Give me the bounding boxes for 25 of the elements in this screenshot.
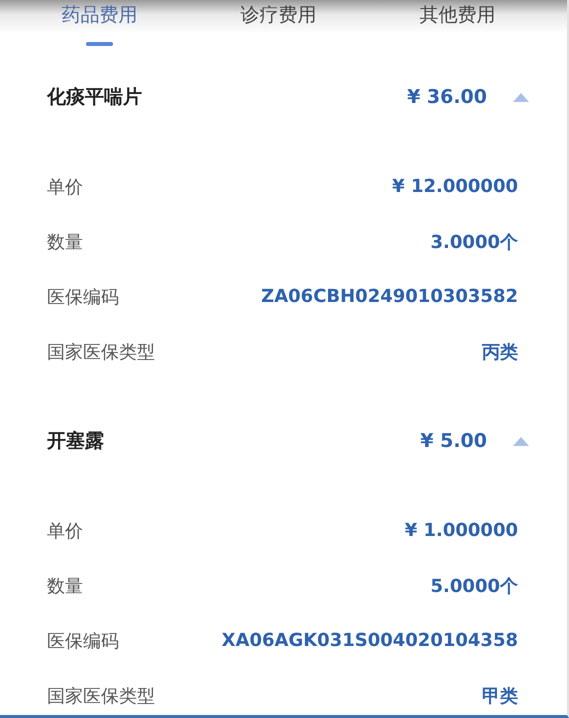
detail-value: ¥ 12.000000 bbox=[392, 176, 518, 197]
tab[interactable]: 其他费用 bbox=[368, 0, 547, 54]
detail-value: 5.0000个 bbox=[430, 574, 518, 598]
detail-value: 甲类 bbox=[482, 684, 518, 708]
detail-value: 3.0000个 bbox=[430, 230, 518, 254]
detail-label: 数量 bbox=[47, 574, 83, 598]
detail-label: 医保编码 bbox=[47, 286, 119, 308]
drug-amount: ¥ 5.00 bbox=[420, 430, 487, 452]
caret-icon[interactable] bbox=[513, 436, 529, 446]
detail-label: 单价 bbox=[47, 176, 83, 198]
detail-value: ¥ 1.000000 bbox=[404, 520, 518, 541]
detail-value: ZA06CBH0249010303582 bbox=[261, 286, 518, 307]
caret-icon[interactable] bbox=[513, 92, 529, 102]
tab[interactable]: 诊疗费用 bbox=[189, 0, 368, 54]
detail-value: XA06AGK031S004020104358 bbox=[222, 630, 518, 651]
detail-label: 数量 bbox=[47, 230, 83, 254]
drug-name: 化痰平喘片 bbox=[47, 85, 143, 110]
drug-amount: ¥ 36.00 bbox=[407, 86, 487, 108]
drug-name: 开塞露 bbox=[47, 429, 105, 454]
detail-label: 医保编码 bbox=[47, 630, 119, 652]
detail-value: 丙类 bbox=[482, 340, 518, 364]
tab[interactable]: 药品费用 bbox=[10, 0, 189, 54]
detail-label: 国家医保类型 bbox=[47, 684, 155, 708]
detail-label: 单价 bbox=[47, 520, 83, 542]
detail-label: 国家医保类型 bbox=[47, 340, 155, 364]
